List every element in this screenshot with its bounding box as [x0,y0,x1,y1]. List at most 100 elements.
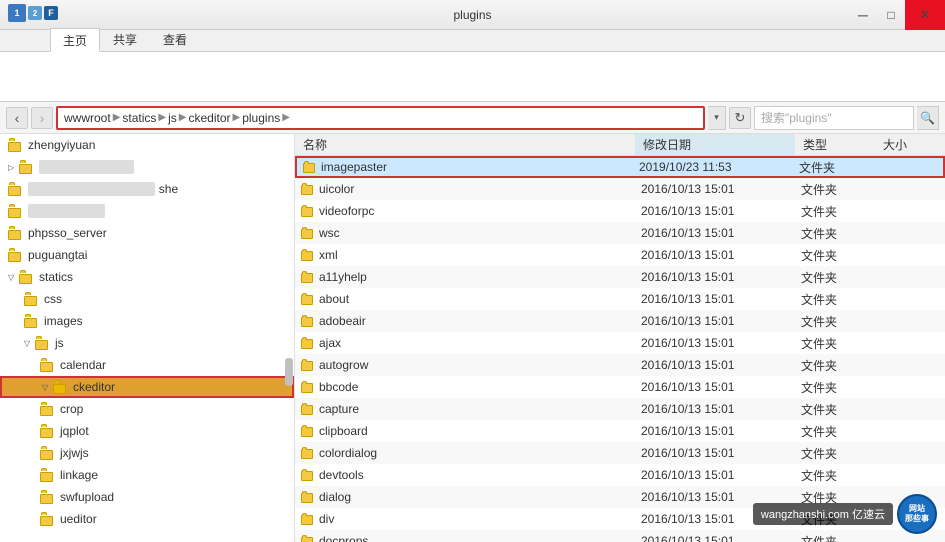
file-name-cell: bbcode [295,380,635,394]
file-name-text: docprops [319,534,368,542]
sidebar-item-crop[interactable]: crop [0,398,294,420]
sidebar-label: images [44,314,83,328]
col-header-type[interactable]: 类型 [795,134,875,155]
qat-btn-2[interactable]: 2 [28,6,42,20]
file-name-cell: autogrow [295,358,635,372]
table-row[interactable]: imagepaster2019/10/23 11:53文件夹 [295,156,945,178]
table-row[interactable]: devtools2016/10/13 15:01文件夹 [295,464,945,486]
table-row[interactable]: autogrow2016/10/13 15:01文件夹 [295,354,945,376]
folder-icon [301,381,315,393]
sidebar-label: ckeditor [73,380,115,394]
col-header-modified[interactable]: 修改日期 [635,134,795,155]
sidebar-item-js[interactable]: ▽ js [0,332,294,354]
file-name-cell: ajax [295,336,635,350]
sidebar-label: css [44,292,62,306]
table-row[interactable]: wsc2016/10/13 15:01文件夹 [295,222,945,244]
sidebar-item-ckeditor[interactable]: ▽ ckeditor [0,376,294,398]
sidebar-item-images[interactable]: images [0,310,294,332]
folder-icon [8,138,24,152]
file-name-cell: capture [295,402,635,416]
file-type-cell: 文件夹 [795,203,875,220]
watermark: wangzhanshi.com 亿速云 网站那些事 [753,494,937,534]
folder-icon [301,425,315,437]
sidebar-item-jxjwjs[interactable]: jxjwjs [0,442,294,464]
tab-home[interactable]: 主页 [50,28,100,52]
sidebar-item-puguangtai[interactable]: puguangtai [0,244,294,266]
address-dropdown-button[interactable]: ▾ [708,106,726,130]
folder-icon [40,490,56,504]
file-name-cell: adobeair [295,314,635,328]
table-row[interactable]: capture2016/10/13 15:01文件夹 [295,398,945,420]
table-row[interactable]: ajax2016/10/13 15:01文件夹 [295,332,945,354]
sidebar-item-linkage[interactable]: linkage [0,464,294,486]
breadcrumb-sep-5: ▶ [282,112,290,123]
refresh-button[interactable]: ↻ [729,107,751,129]
table-row[interactable]: uicolor2016/10/13 15:01文件夹 [295,178,945,200]
col-header-name[interactable]: 名称 [295,134,635,155]
address-bar-row: ‹ › wwwroot ▶ statics ▶ js ▶ ckeditor ▶ … [0,102,945,134]
file-modified-cell: 2016/10/13 15:01 [635,424,795,438]
table-row[interactable]: adobeair2016/10/13 15:01文件夹 [295,310,945,332]
sidebar-label: jxjwjs [60,446,89,460]
file-type-cell: 文件夹 [795,181,875,198]
breadcrumb-sep-1: ▶ [113,112,121,123]
search-icon[interactable]: 🔍 [917,106,939,130]
sidebar-item-swfupload[interactable]: swfupload [0,486,294,508]
sidebar-item-css[interactable]: css [0,288,294,310]
qat-btn-1[interactable]: 1 [8,4,26,22]
sidebar-scrollbar[interactable] [285,358,293,386]
file-modified-cell: 2016/10/13 15:01 [635,358,795,372]
sidebar-label: shidangrenlianzhang_bl [28,182,155,196]
minimize-button[interactable]: ─ [849,0,877,30]
table-row[interactable]: colordialog2016/10/13 15:01文件夹 [295,442,945,464]
folder-icon [40,424,56,438]
folder-icon [35,336,51,350]
maximize-button[interactable]: □ [877,0,905,30]
close-button[interactable]: ✕ [905,0,945,30]
file-modified-cell: 2016/10/13 15:01 [635,248,795,262]
table-row[interactable]: a11yhelp2016/10/13 15:01文件夹 [295,266,945,288]
file-name-cell: dialog [295,490,635,504]
folder-icon [24,314,40,328]
table-row[interactable]: clipboard2016/10/13 15:01文件夹 [295,420,945,442]
table-row[interactable]: xml2016/10/13 15:01文件夹 [295,244,945,266]
table-row[interactable]: about2016/10/13 15:01文件夹 [295,288,945,310]
folder-icon [8,248,24,262]
file-name-cell: about [295,292,635,306]
sidebar-label: ueditor [60,512,97,526]
file-name-text: dialog [319,490,351,504]
sidebar-item-phpsso[interactable]: phpsso_server [0,222,294,244]
expand-arrow: ▽ [8,273,18,282]
folder-icon [40,512,56,526]
qat-btn-f[interactable]: F [44,6,58,20]
sidebar-item-jqplot[interactable]: jqplot [0,420,294,442]
table-row[interactable]: bbcode2016/10/13 15:01文件夹 [295,376,945,398]
file-name-text: devtools [319,468,364,482]
sidebar-item-ueditor[interactable]: ueditor [0,508,294,530]
address-part-statics: statics [122,111,156,125]
sidebar-label: crop [60,402,83,416]
sidebar-item-calendar[interactable]: calendar [0,354,294,376]
file-name-text: adobeair [319,314,366,328]
expand-arrow: ▽ [24,339,34,348]
tab-view[interactable]: 查看 [150,27,200,51]
col-header-size[interactable]: 大小 [875,134,945,155]
sidebar-item-statics[interactable]: ▽ statics [0,266,294,288]
sidebar-item-ganyu[interactable]: ▷ ganyu_blurred_xx [0,156,294,178]
file-type-cell: 文件夹 [795,247,875,264]
tab-share[interactable]: 共享 [100,27,150,51]
search-box[interactable]: 搜索"plugins" [754,106,914,130]
address-bar[interactable]: wwwroot ▶ statics ▶ js ▶ ckeditor ▶ plug… [56,106,705,130]
file-type-cell: 文件夹 [795,335,875,352]
folder-icon [301,513,315,525]
back-button[interactable]: ‹ [6,107,28,129]
forward-button[interactable]: › [31,107,53,129]
watermark-badge: 网站那些事 [897,494,937,534]
sidebar-item-zhengyiyuan[interactable]: zhengyiyuan [0,134,294,156]
table-row[interactable]: videoforpc2016/10/13 15:01文件夹 [295,200,945,222]
sidebar-item-shidang[interactable]: shidangrenlianzhang_bl she [0,178,294,200]
file-modified-cell: 2016/10/13 15:01 [635,402,795,416]
sidebar-item-p[interactable]: p_blurred_text [0,200,294,222]
sidebar-label: calendar [60,358,106,372]
file-name-text: a11yhelp [319,270,367,284]
